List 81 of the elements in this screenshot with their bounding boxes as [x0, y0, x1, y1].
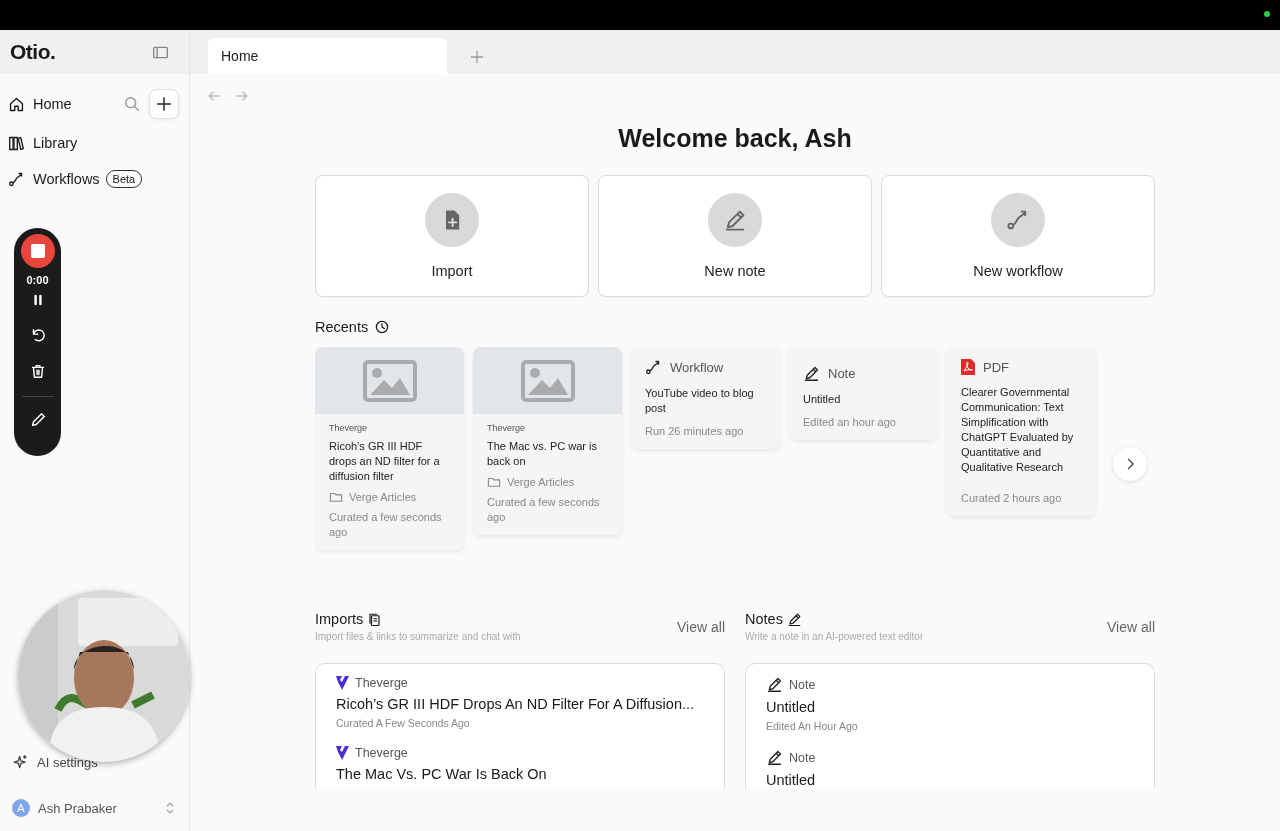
pencil-icon — [803, 365, 820, 382]
arrow-left-icon — [206, 88, 222, 104]
recent-card[interactable]: Note Untitled Edited an hour ago — [789, 347, 938, 440]
app-logo: Otio. — [10, 40, 56, 64]
item-title[interactable]: The Mac Vs. PC War Is Back On — [336, 766, 704, 782]
item-source: Theverge — [355, 676, 408, 690]
section-subtitle: Write a note in an AI-powered text editor — [745, 631, 924, 642]
recent-card[interactable]: PDF Clearer Governmental Communication: Text Simplification with ChatGPT Evaluated by Quantitative and Qualitative Research Curated 2 hours ago — [947, 347, 1096, 516]
image-placeholder-icon — [520, 359, 575, 402]
card-type: Workflow — [670, 360, 724, 375]
folder-icon — [329, 490, 343, 504]
nav-item[interactable]: Home — [8, 92, 72, 116]
documents-icon — [367, 611, 383, 627]
plus-icon — [155, 95, 173, 113]
recent-card[interactable]: Theverge Ricoh’s GR III HDF drops an ND filter for a diffusion filter Verge Articles Curated a few seconds ago — [315, 347, 464, 550]
item-title[interactable]: Untitled — [766, 699, 1134, 715]
logo-icon — [336, 676, 349, 690]
pencil-icon — [766, 749, 783, 766]
nav-item[interactable]: Library — [8, 131, 78, 155]
plus-icon — [469, 49, 485, 65]
card-meta: Run 26 minutes ago — [645, 424, 745, 439]
search-icon — [123, 95, 141, 113]
home-icon — [8, 95, 25, 113]
item-title[interactable]: Untitled — [766, 772, 1134, 788]
folder-label: Verge Articles — [349, 491, 417, 503]
welcome-heading: Welcome back, Ash — [617, 124, 853, 153]
status-dot-icon — [1264, 11, 1270, 17]
books-icon — [8, 134, 25, 152]
view-all-link[interactable]: View all — [1107, 611, 1155, 635]
card-title: YouTube video to blog post — [645, 386, 755, 416]
pdf-icon — [961, 359, 975, 375]
item-meta: Curated A Few Seconds Ago — [336, 717, 471, 729]
item-source: Note — [789, 677, 816, 692]
card-title: Ricoh’s GR III HDF drops an ND filter for a diffusion filter — [329, 439, 441, 484]
pencil-icon — [786, 611, 802, 627]
logo-icon — [336, 746, 349, 760]
search-button[interactable] — [123, 95, 141, 113]
item-source: Theverge — [355, 746, 408, 760]
card-meta: Curated 2 hours ago — [961, 491, 1063, 506]
folder-icon — [487, 475, 501, 489]
card-title: Untitled — [803, 392, 842, 407]
card-type: PDF — [983, 359, 1009, 375]
stop-icon — [30, 244, 45, 258]
workflow-icon — [8, 170, 25, 188]
action-card[interactable]: Import — [315, 175, 589, 297]
clock-icon — [374, 319, 391, 335]
recent-card[interactable]: Workflow YouTube video to blog post Run 26 minutes ago — [631, 347, 780, 449]
card-meta: Edited an hour ago — [803, 415, 897, 430]
view-all-link[interactable]: View all — [677, 611, 725, 635]
user-menu[interactable]: A Ash Prabaker — [12, 799, 177, 817]
pencil-icon — [723, 208, 747, 232]
user-avatar: A — [12, 799, 30, 817]
section-title: Recents — [315, 319, 369, 335]
card-meta: Curated a few seconds ago — [329, 510, 443, 540]
recording-timer: 0:00 — [26, 274, 49, 286]
card-source: Theverge — [487, 423, 527, 433]
new-button[interactable] — [149, 89, 179, 119]
card-title: The Mac vs. PC war is back on — [487, 439, 599, 469]
recent-card[interactable]: Theverge The Mac vs. PC war is back on Verge Articles Curated a few seconds ago — [473, 347, 622, 535]
arrow-right-icon — [234, 88, 250, 104]
section-title: Imports — [315, 611, 364, 627]
image-placeholder-icon — [362, 359, 417, 402]
card-type: Note — [828, 366, 856, 381]
action-card[interactable]: New workflow — [881, 175, 1155, 297]
item-meta: Edited An Hour Ago — [766, 720, 859, 732]
section-title: Notes — [745, 611, 783, 627]
folder-label: Verge Articles — [507, 476, 575, 488]
workflow-icon — [645, 359, 662, 376]
nav-item[interactable]: Workflows — [8, 167, 100, 191]
item-title[interactable]: Ricoh’s GR III HDF Drops An ND Filter For A Diffusion... — [336, 696, 704, 712]
tab[interactable]: Home — [208, 38, 447, 74]
card-title: Clearer Governmental Communication: Text Simplification with ChatGPT Evaluated by Quantitative and Qualitative Research — [961, 385, 1075, 475]
card-meta: Curated a few seconds ago — [487, 495, 601, 525]
section-subtitle: Import files & links to summarize and chat with — [315, 631, 521, 642]
card-source: Theverge — [329, 423, 369, 433]
sparkle-icon — [12, 754, 29, 771]
ai-settings-item[interactable]: AI settings — [12, 754, 177, 771]
stop-button[interactable] — [20, 234, 55, 268]
item-source: Note — [789, 750, 816, 765]
action-card[interactable]: New note — [598, 175, 872, 297]
pencil-icon — [766, 676, 783, 693]
